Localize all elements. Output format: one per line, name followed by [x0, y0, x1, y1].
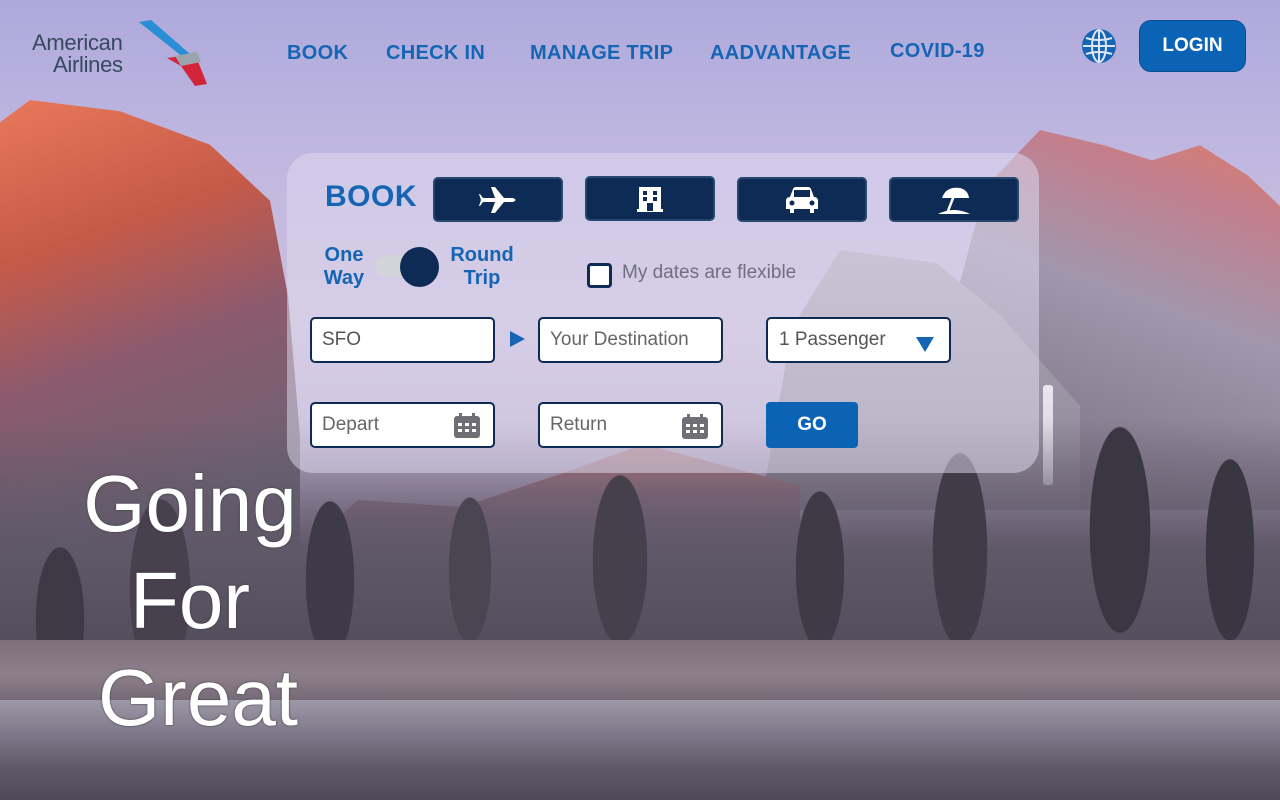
one-way-label[interactable]: One Way: [322, 244, 366, 290]
airplane-icon: [479, 186, 516, 213]
flight-symbol-icon: [139, 20, 207, 86]
one-way-line1: One: [324, 244, 364, 266]
return-input[interactable]: [550, 414, 670, 436]
flexible-dates-label: My dates are flexible: [622, 262, 797, 283]
origin-input[interactable]: [322, 329, 493, 351]
passenger-select[interactable]: 1 Passenger: [766, 317, 951, 363]
beach-umbrella-icon: [938, 187, 970, 214]
passenger-value: 1 Passenger: [779, 329, 886, 350]
calendar-icon[interactable]: [453, 413, 481, 439]
destination-input[interactable]: [550, 329, 721, 351]
logo-wordmark: American Airlines: [32, 32, 123, 76]
login-button[interactable]: LOGIN: [1139, 20, 1246, 72]
hero-line3: Great: [97, 653, 299, 742]
nav-aadvantage[interactable]: AADVANTAGE: [710, 42, 851, 65]
logo-line2: Airlines: [53, 52, 123, 77]
return-field[interactable]: [538, 402, 723, 448]
destination-field[interactable]: [538, 317, 723, 363]
flexible-dates-checkbox[interactable]: [587, 263, 612, 288]
nav-check-in[interactable]: CHECK IN: [386, 42, 485, 65]
trip-type-toggle[interactable]: [375, 247, 439, 287]
hero-line2: For: [130, 556, 250, 645]
depart-input[interactable]: [322, 414, 442, 436]
tab-flights[interactable]: [433, 177, 563, 222]
one-way-line2: Way: [323, 267, 365, 289]
tab-vacations[interactable]: [889, 177, 1019, 222]
round-trip-line1: Round: [450, 244, 514, 266]
globe-icon[interactable]: [1081, 28, 1117, 64]
dropdown-caret-icon: [916, 337, 934, 352]
booking-title: BOOK: [325, 180, 417, 213]
go-button[interactable]: GO: [766, 402, 858, 448]
nav-book[interactable]: BOOK: [287, 42, 348, 65]
calendar-icon[interactable]: [681, 414, 709, 440]
american-airlines-logo[interactable]: American Airlines: [32, 20, 212, 90]
nav-manage-trip[interactable]: MANAGE TRIP: [530, 42, 673, 65]
tab-hotels[interactable]: [585, 176, 715, 221]
depart-field[interactable]: [310, 402, 495, 448]
car-icon: [786, 186, 818, 213]
toggle-knob: [400, 247, 439, 287]
tab-cars[interactable]: [737, 177, 867, 222]
hotel-icon: [637, 186, 663, 212]
round-trip-line2: Trip: [463, 267, 501, 289]
round-trip-label[interactable]: Round Trip: [448, 244, 516, 290]
route-arrow-icon: [510, 331, 525, 347]
nav-covid-19[interactable]: COVID-19: [890, 40, 985, 63]
origin-field[interactable]: [310, 317, 495, 363]
hero-tagline: Going For Great: [60, 455, 320, 746]
hero-line1: Going: [83, 459, 297, 548]
